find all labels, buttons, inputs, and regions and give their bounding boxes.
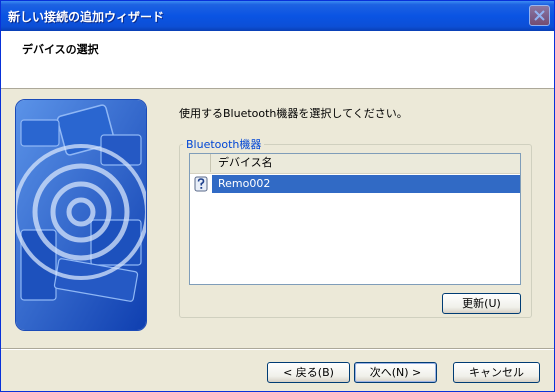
wizard-window: 新しい接続の追加ウィザード デバイスの選択 使用するBluetooth機器を選択… <box>0 0 555 392</box>
column-header-device-name[interactable]: デバイス名 <box>211 154 520 172</box>
cancel-button[interactable]: キャンセル <box>453 362 540 383</box>
next-button[interactable]: 次へ(N) > <box>354 362 437 383</box>
wizard-illustration <box>15 99 147 331</box>
instruction-text: 使用するBluetooth機器を選択してください。 <box>179 107 408 120</box>
title-bar[interactable]: 新しい接続の追加ウィザード <box>1 1 554 31</box>
refresh-button[interactable]: 更新(U) <box>442 293 521 314</box>
back-button[interactable]: < 戻る(B) <box>267 362 350 383</box>
window-title: 新しい接続の追加ウィザード <box>8 10 165 24</box>
wizard-header: デバイスの選択 <box>1 31 554 89</box>
device-name: Remo002 <box>212 175 520 193</box>
footer-divider <box>1 348 554 350</box>
close-button[interactable] <box>529 5 550 26</box>
page-title: デバイスの選択 <box>22 43 99 56</box>
device-group-label: Bluetooth機器 <box>183 136 265 152</box>
device-list[interactable]: デバイス名 Remo002 <box>189 153 521 285</box>
list-item[interactable]: Remo002 <box>190 175 520 193</box>
unknown-device-icon <box>194 176 208 192</box>
list-header: デバイス名 <box>190 154 520 174</box>
column-header-icon[interactable] <box>190 154 211 172</box>
close-icon <box>534 10 545 21</box>
